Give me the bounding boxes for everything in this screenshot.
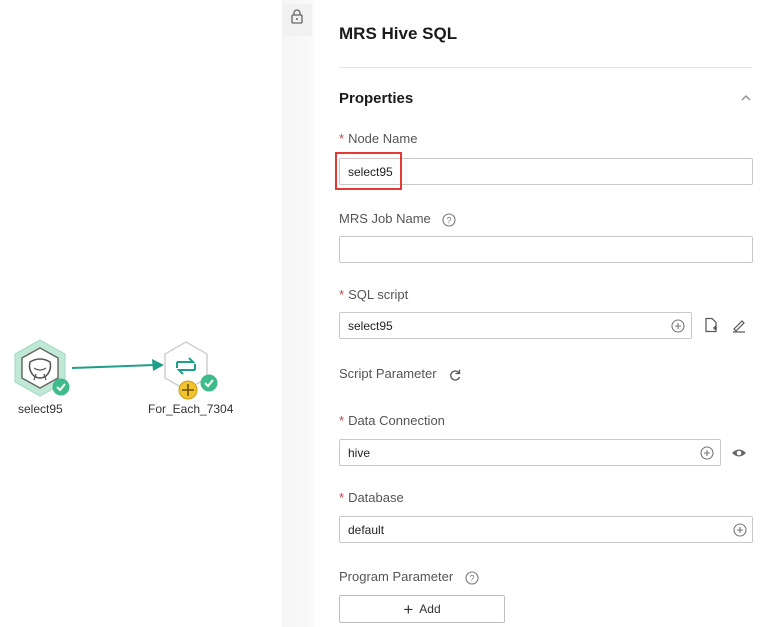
button-label: Add <box>419 602 441 616</box>
required-mark: * <box>339 287 345 302</box>
svg-text:?: ? <box>469 573 474 583</box>
label-program-parameter: Program Parameter ? <box>339 569 479 585</box>
label-script-parameter: Script Parameter <box>339 366 462 382</box>
chevron-up-icon[interactable] <box>740 92 752 104</box>
workflow-canvas[interactable]: select95 For_Each_7304 <box>0 0 282 627</box>
add-circle-icon[interactable] <box>700 446 714 460</box>
panel-title: MRS Hive SQL <box>339 24 458 43</box>
panel-divider <box>339 67 752 68</box>
help-icon[interactable]: ? <box>442 213 456 227</box>
node-select95[interactable] <box>10 338 70 398</box>
edit-icon[interactable] <box>731 317 747 333</box>
label-sql-script: * SQL script <box>339 287 408 302</box>
input-value: default <box>348 522 385 537</box>
input-value: hive <box>348 445 371 460</box>
input-value: select95 <box>348 318 393 333</box>
check-icon <box>52 378 70 396</box>
check-icon <box>200 374 218 392</box>
add-circle-icon[interactable] <box>733 523 747 537</box>
label-text: Script Parameter <box>339 366 437 381</box>
eye-icon[interactable] <box>731 446 747 460</box>
svg-text:?: ? <box>447 215 452 225</box>
new-file-icon[interactable] <box>703 317 719 333</box>
help-icon[interactable]: ? <box>465 571 479 585</box>
label-text: MRS Job Name <box>339 211 431 226</box>
section-title-properties: Properties <box>339 90 414 107</box>
data-connection-select[interactable]: hive <box>339 439 721 466</box>
add-parameter-button[interactable]: + Add <box>339 595 505 623</box>
edge-arrow <box>71 359 164 371</box>
plus-icon: + <box>403 599 414 619</box>
node-label-select95: select95 <box>18 402 63 416</box>
label-database: * Database <box>339 490 404 505</box>
label-mrs-job-name: MRS Job Name ? <box>339 211 456 227</box>
add-circle-icon[interactable] <box>671 319 685 333</box>
lock-button[interactable] <box>282 4 312 36</box>
label-text: Database <box>348 490 404 505</box>
required-mark: * <box>339 413 345 428</box>
sql-script-select[interactable]: select95 <box>339 312 692 339</box>
label-text: Node Name <box>348 131 418 146</box>
highlight-box <box>335 152 402 190</box>
mrs-job-name-input[interactable] <box>339 236 753 263</box>
node-label-for-each: For_Each_7304 <box>148 402 234 416</box>
database-select[interactable]: default <box>339 516 753 543</box>
node-for-each[interactable] <box>162 340 222 400</box>
required-mark: * <box>339 131 345 146</box>
required-mark: * <box>339 490 345 505</box>
label-data-connection: * Data Connection <box>339 413 445 428</box>
label-text: Program Parameter <box>339 569 454 584</box>
panel-divider-strip <box>282 0 314 627</box>
add-node-icon[interactable] <box>178 380 198 400</box>
label-text: SQL script <box>348 287 409 302</box>
refresh-icon[interactable] <box>448 368 462 382</box>
lock-icon <box>291 9 303 24</box>
label-node-name: * Node Name <box>339 131 417 146</box>
label-text: Data Connection <box>348 413 445 428</box>
